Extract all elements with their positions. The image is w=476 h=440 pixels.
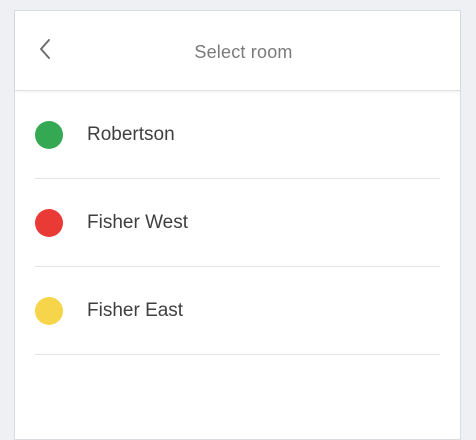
room-item-robertson[interactable]: Robertson bbox=[35, 91, 440, 179]
room-label: Fisher East bbox=[87, 299, 184, 321]
room-list: Robertson Fisher West Fisher East bbox=[35, 91, 440, 355]
room-item-fisher-east[interactable]: Fisher East bbox=[35, 267, 440, 355]
status-dot-yellow bbox=[35, 296, 63, 325]
header-bar: Select room bbox=[15, 11, 460, 91]
chevron-left-icon bbox=[38, 38, 52, 65]
page-title: Select room bbox=[194, 41, 293, 62]
status-dot-red bbox=[35, 208, 63, 237]
room-select-card: Select room Robertson Fisher West Fisher… bbox=[14, 10, 461, 440]
room-item-fisher-west[interactable]: Fisher West bbox=[35, 179, 440, 267]
back-button[interactable] bbox=[33, 36, 57, 66]
room-label: Robertson bbox=[87, 123, 175, 145]
room-label: Fisher West bbox=[87, 211, 189, 233]
status-dot-green bbox=[35, 120, 63, 149]
